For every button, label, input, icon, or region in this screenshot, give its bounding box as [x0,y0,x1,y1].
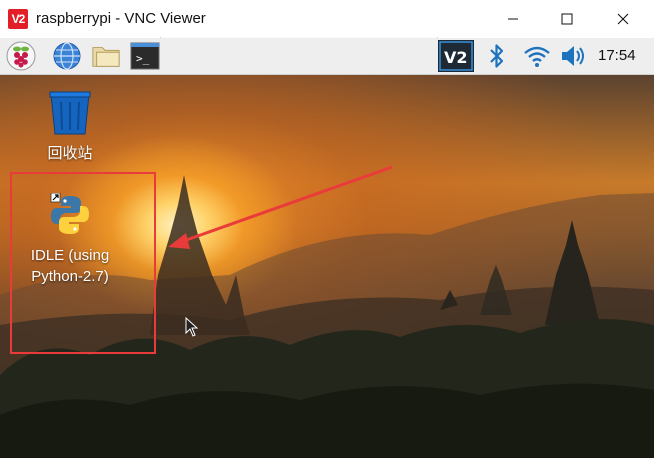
idle-label-line1: IDLE (using [30,247,110,264]
bluetooth-icon [490,44,504,68]
file-manager-icon [92,47,120,67]
vnc-server-button[interactable]: V2 [438,40,474,72]
vnc-server-icon: V2 [439,41,473,71]
close-icon [617,13,629,25]
window-titlebar[interactable]: V2 raspberrypi - VNC Viewer [0,0,654,39]
minimize-button[interactable] [486,0,540,38]
annotation-arrow-line [177,165,393,245]
terminal-icon: >_ [130,42,160,70]
desktop-idle-launcher[interactable]: IDLE (using Python-2.7) [20,192,120,287]
raspberry-menu-button[interactable] [6,41,36,71]
window-title: raspberrypi - VNC Viewer [36,10,206,27]
vnc-logo-icon: V2 [8,9,28,29]
close-button[interactable] [596,0,650,38]
raspberry-menu-icon [6,41,36,71]
desktop-background[interactable]: 回收站 IDLE (using Python-2.7) [0,75,654,458]
trash-icon [49,91,91,135]
file-manager-button[interactable] [91,41,121,71]
idle-label-line2: Python-2.7) [31,268,109,285]
maximize-button[interactable] [540,0,594,38]
wifi-icon [524,46,550,67]
web-browser-icon [53,42,81,70]
terminal-prompt: >_ [136,52,150,65]
panel-clock[interactable]: 17:54 [598,47,636,64]
terminal-button[interactable]: >_ [130,41,160,71]
minimize-icon [508,18,518,20]
desktop-trash[interactable]: 回收站 [35,90,105,163]
bluetooth-button[interactable] [482,41,512,71]
trash-label: 回收站 [47,145,93,162]
maximize-icon [561,13,573,25]
mouse-cursor-icon [185,317,199,337]
taskbar-panel: >_ V2 17:54 [0,38,654,75]
python-icon [50,192,89,234]
web-browser-button[interactable] [52,41,82,71]
volume-button[interactable] [558,41,588,71]
vnc-server-label: V2 [444,48,468,67]
volume-icon [562,46,584,66]
wifi-button[interactable] [522,41,552,71]
